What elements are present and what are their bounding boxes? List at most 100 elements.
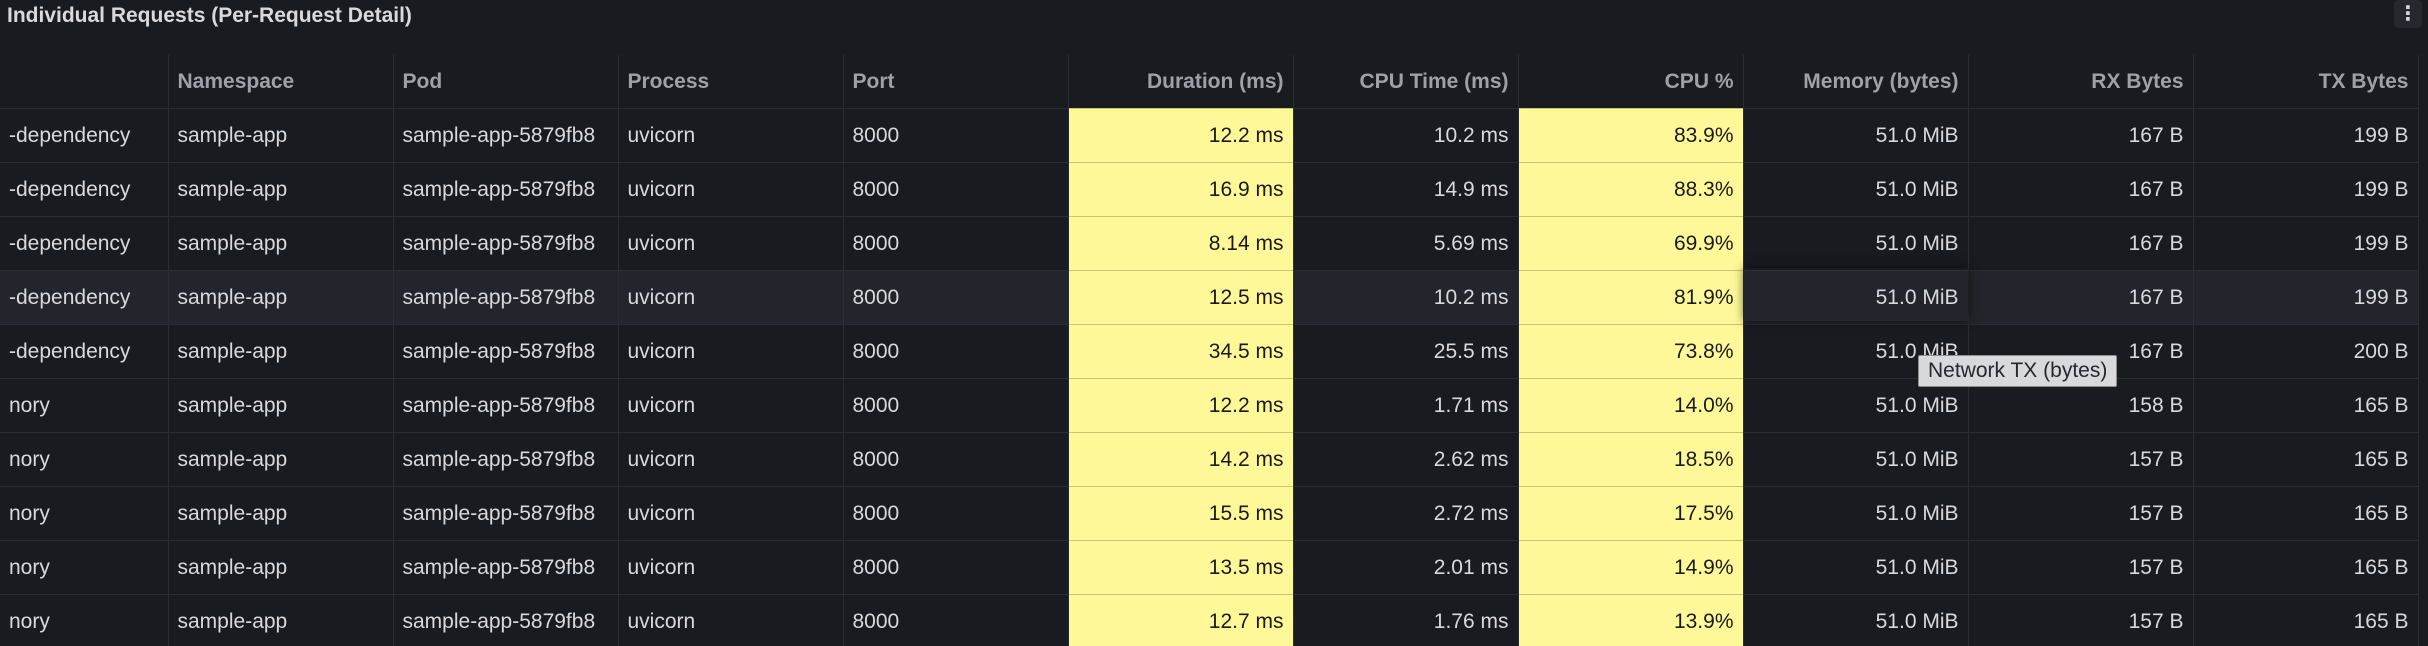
cell-cpu-time: 10.2 ms	[1293, 108, 1519, 163]
cell-duration: 13.5 ms	[1068, 540, 1294, 595]
cell-process: uvicorn	[618, 162, 844, 217]
column-header-tx-bytes[interactable]: TX Bytes	[2193, 55, 2419, 109]
cell-pod: sample-app-5879fb8	[393, 432, 619, 487]
cell-cpu-percent: 83.9%	[1518, 108, 1744, 163]
cell-duration: 12.2 ms	[1068, 378, 1294, 433]
cell-pod: sample-app-5879fb8	[393, 270, 619, 325]
cell-tx-bytes: 199 B	[2193, 270, 2419, 325]
cell-namespace: sample-app	[168, 324, 394, 379]
cell-duration: 12.5 ms	[1068, 270, 1294, 325]
cell-pod: sample-app-5879fb8	[393, 378, 619, 433]
cell-cpu-percent: 18.5%	[1518, 432, 1744, 487]
cell-cpu-time: 10.2 ms	[1293, 270, 1519, 325]
cell-pod: sample-app-5879fb8	[393, 108, 619, 163]
cell-rx-bytes: 157 B	[1968, 486, 2194, 541]
cell-rx-bytes: 167 B	[1968, 216, 2194, 271]
cell-tx-bytes: 200 B	[2193, 324, 2419, 379]
cell-rx-bytes: 157 B	[1968, 432, 2194, 487]
column-header-cpu-time[interactable]: CPU Time (ms)	[1293, 55, 1519, 109]
cell-endpoint: -dependency	[0, 270, 169, 325]
cell-cpu-time: 14.9 ms	[1293, 162, 1519, 217]
cell-port: 8000	[843, 378, 1069, 433]
cell-cpu-percent: 14.0%	[1518, 378, 1744, 433]
cell-memory: 51.0 MiB	[1743, 594, 1969, 646]
cell-port: 8000	[843, 324, 1069, 379]
cell-process: uvicorn	[618, 378, 844, 433]
cell-rx-bytes: 167 B	[1968, 108, 2194, 163]
cell-cpu-percent: 13.9%	[1518, 594, 1744, 646]
cell-pod: sample-app-5879fb8	[393, 162, 619, 217]
cell-endpoint: nory	[0, 432, 169, 487]
table-row[interactable]: -dependency sample-app sample-app-5879fb…	[0, 216, 2419, 271]
cell-port: 8000	[843, 108, 1069, 163]
cell-cpu-time: 25.5 ms	[1293, 324, 1519, 379]
cell-port: 8000	[843, 216, 1069, 271]
cell-tx-bytes: 165 B	[2193, 594, 2419, 646]
table-row[interactable]: nory sample-app sample-app-5879fb8 uvico…	[0, 486, 2419, 541]
cell-namespace: sample-app	[168, 108, 394, 163]
cell-duration: 12.2 ms	[1068, 108, 1294, 163]
cell-namespace: sample-app	[168, 162, 394, 217]
cell-cpu-percent: 14.9%	[1518, 540, 1744, 595]
cell-cpu-percent: 81.9%	[1518, 270, 1744, 325]
table-row[interactable]: -dependency sample-app sample-app-5879fb…	[0, 108, 2419, 163]
column-header-memory[interactable]: Memory (bytes)	[1743, 55, 1969, 109]
cell-memory: 51.0 MiB	[1743, 162, 1969, 217]
panel-menu-icon[interactable]: ⋮	[2394, 0, 2422, 28]
cell-cpu-time: 1.76 ms	[1293, 594, 1519, 646]
table-row[interactable]: nory sample-app sample-app-5879fb8 uvico…	[0, 594, 2419, 646]
cell-duration: 34.5 ms	[1068, 324, 1294, 379]
column-header-endpoint[interactable]	[0, 55, 169, 109]
cell-duration: 15.5 ms	[1068, 486, 1294, 541]
cell-tx-bytes: 165 B	[2193, 378, 2419, 433]
table-row[interactable]: nory sample-app sample-app-5879fb8 uvico…	[0, 540, 2419, 595]
cell-tx-bytes: 199 B	[2193, 108, 2419, 163]
table-row[interactable]: -dependency sample-app sample-app-5879fb…	[0, 270, 2419, 325]
cell-duration: 12.7 ms	[1068, 594, 1294, 646]
cell-namespace: sample-app	[168, 216, 394, 271]
cell-endpoint: nory	[0, 540, 169, 595]
cell-cpu-time: 2.01 ms	[1293, 540, 1519, 595]
cell-endpoint: -dependency	[0, 216, 169, 271]
cell-cpu-percent: 69.9%	[1518, 216, 1744, 271]
cell-cpu-time: 5.69 ms	[1293, 216, 1519, 271]
column-header-rx-bytes[interactable]: RX Bytes	[1968, 55, 2194, 109]
cell-memory: 51.0 MiB	[1743, 270, 1969, 325]
column-header-duration[interactable]: Duration (ms)	[1068, 55, 1294, 109]
cell-port: 8000	[843, 486, 1069, 541]
cell-cpu-time: 2.62 ms	[1293, 432, 1519, 487]
cell-duration: 14.2 ms	[1068, 432, 1294, 487]
cell-port: 8000	[843, 162, 1069, 217]
cell-endpoint: nory	[0, 594, 169, 646]
cell-pod: sample-app-5879fb8	[393, 216, 619, 271]
table-row[interactable]: nory sample-app sample-app-5879fb8 uvico…	[0, 432, 2419, 487]
cell-duration: 8.14 ms	[1068, 216, 1294, 271]
cell-namespace: sample-app	[168, 378, 394, 433]
cell-process: uvicorn	[618, 108, 844, 163]
column-header-namespace[interactable]: Namespace	[168, 55, 394, 109]
cell-process: uvicorn	[618, 324, 844, 379]
column-header-port[interactable]: Port	[843, 55, 1069, 109]
requests-table: Namespace Pod Process Port Duration (ms)…	[0, 55, 2419, 646]
cell-port: 8000	[843, 270, 1069, 325]
cell-tx-bytes: 165 B	[2193, 432, 2419, 487]
cell-cpu-time: 1.71 ms	[1293, 378, 1519, 433]
column-header-process[interactable]: Process	[618, 55, 844, 109]
column-header-pod[interactable]: Pod	[393, 55, 619, 109]
cell-process: uvicorn	[618, 486, 844, 541]
cell-cpu-percent: 73.8%	[1518, 324, 1744, 379]
table-row[interactable]: -dependency sample-app sample-app-5879fb…	[0, 162, 2419, 217]
cell-duration: 16.9 ms	[1068, 162, 1294, 217]
cell-endpoint: nory	[0, 486, 169, 541]
cell-endpoint: nory	[0, 378, 169, 433]
cell-memory: 51.0 MiB	[1743, 432, 1969, 487]
cell-pod: sample-app-5879fb8	[393, 540, 619, 595]
cell-rx-bytes: 167 B	[1968, 270, 2194, 325]
cell-pod: sample-app-5879fb8	[393, 594, 619, 646]
cell-tx-bytes: 199 B	[2193, 216, 2419, 271]
cell-namespace: sample-app	[168, 270, 394, 325]
column-header-cpu-percent[interactable]: CPU %	[1518, 55, 1744, 109]
cell-tx-bytes: 199 B	[2193, 162, 2419, 217]
panel-title: Individual Requests (Per-Request Detail)	[7, 4, 412, 27]
cell-port: 8000	[843, 432, 1069, 487]
